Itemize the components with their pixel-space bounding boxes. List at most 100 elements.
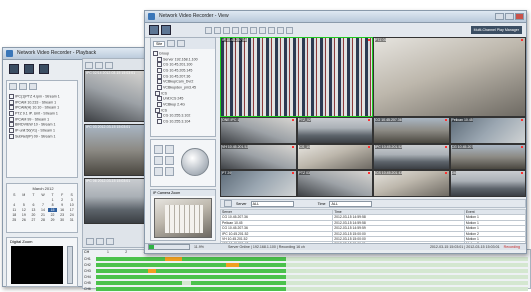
calendar-day[interactable]: 29 <box>48 218 57 222</box>
iris-close-button[interactable] <box>165 167 174 176</box>
calendar-day[interactable]: 4 <box>10 203 19 207</box>
layout-6-button[interactable] <box>223 26 230 34</box>
checkbox[interactable] <box>9 133 14 139</box>
calendar-day[interactable]: 17 <box>67 208 76 212</box>
timeline-bar[interactable] <box>96 262 528 267</box>
calendar-day[interactable]: 19 <box>20 213 29 217</box>
layout-16-button[interactable] <box>268 26 275 34</box>
camera-tile[interactable]: Pelican 10.45 <box>449 117 526 144</box>
camera-tile[interactable]: CG 10.45.207.36 <box>373 117 450 144</box>
layout-8-button[interactable] <box>232 26 239 34</box>
playback-cam-1[interactable]: IPC 02/14 2012-03-15 15:03:01 <box>84 70 149 122</box>
checkbox[interactable] <box>9 116 14 122</box>
calendar-day[interactable]: 13 <box>29 208 38 212</box>
rewind-button[interactable] <box>86 238 94 245</box>
calendar-day[interactable]: 5 <box>20 203 29 207</box>
layout-13-button[interactable] <box>259 26 266 34</box>
time-filter-select[interactable]: ALL <box>329 200 373 207</box>
camera-tile[interactable]: IPC 10.45.201.52 <box>373 143 450 171</box>
checkbox[interactable] <box>9 127 14 133</box>
calendar-day[interactable]: 22 <box>48 213 57 217</box>
calendar-day[interactable]: 7 <box>39 203 48 207</box>
calendar-day[interactable]: 23 <box>58 213 67 217</box>
calendar-day[interactable]: 27 <box>29 218 38 222</box>
timeline-bar[interactable] <box>96 280 528 285</box>
checkbox[interactable] <box>155 107 160 113</box>
site-tab[interactable]: Site <box>153 40 166 47</box>
calendar-day[interactable]: 26 <box>20 218 29 222</box>
checkbox[interactable] <box>157 79 162 85</box>
layout-9-button[interactable] <box>241 26 248 34</box>
server-filter-select[interactable]: ALL <box>250 200 294 207</box>
layout-9[interactable] <box>105 62 113 69</box>
calendar-day[interactable]: 10 <box>67 203 76 207</box>
camera-tile[interactable]: ONE IPC 1 <box>220 117 297 144</box>
checkbox[interactable] <box>9 99 14 105</box>
calendar-day[interactable]: 20 <box>29 213 38 217</box>
tree-tool-2[interactable] <box>19 83 27 90</box>
checkbox[interactable] <box>157 113 162 119</box>
maximize-button[interactable] <box>505 13 514 20</box>
camera-tile[interactable]: CG 10.45.207 <box>449 143 526 171</box>
tree-tool-3[interactable] <box>29 83 37 90</box>
calendar-day[interactable]: 9 <box>58 203 67 207</box>
calendar-day[interactable]: 24 <box>67 213 76 217</box>
multi-channel-button[interactable]: Multi-Channel Play Manager <box>470 26 522 34</box>
checkbox[interactable] <box>157 67 162 73</box>
tree-filter-button[interactable] <box>167 40 176 47</box>
calendar-day[interactable]: 15 <box>48 208 57 212</box>
playback-cam-3[interactable]: IPC 06 2012-03-15 15:03:01 <box>84 178 149 224</box>
camera-tile[interactable]: ICS_10 <box>296 143 373 171</box>
tree-tool-1[interactable] <box>9 83 17 90</box>
camera-tile[interactable]: ICS 10.45.201.43 <box>373 170 450 197</box>
calendar-day[interactable]: 12 <box>20 208 29 212</box>
checkbox[interactable] <box>157 118 162 124</box>
layout-1[interactable] <box>85 62 93 69</box>
checkbox[interactable] <box>157 101 162 107</box>
calendar-day[interactable]: 8 <box>48 203 57 207</box>
calendar-day[interactable]: 31 <box>67 218 76 222</box>
ptz-joystick[interactable] <box>181 148 209 176</box>
tree-item[interactable]: SubNet(IP) 09 - Stream 1 <box>9 133 75 140</box>
zoom-out-button[interactable] <box>165 145 174 154</box>
layout-4[interactable] <box>95 62 103 69</box>
timeline-row[interactable]: CH5 <box>84 280 528 285</box>
tree-refresh-button[interactable] <box>177 40 186 47</box>
timeline-bar[interactable] <box>96 286 528 291</box>
checkbox[interactable] <box>157 96 162 102</box>
camera-zoom-view[interactable] <box>154 198 212 238</box>
timeline-bar[interactable] <box>96 268 528 273</box>
camera-tile[interactable]: IP 10.45.207.36 <box>220 37 373 117</box>
layout-1-button[interactable] <box>205 26 212 34</box>
checkbox[interactable] <box>9 110 14 116</box>
camera-tile[interactable]: PTZ_02 <box>296 117 373 144</box>
checkbox[interactable] <box>9 105 14 111</box>
layout-25-button[interactable] <box>277 26 284 34</box>
focus-far-button[interactable] <box>165 156 174 165</box>
calendar-day[interactable]: 18 <box>10 213 19 217</box>
camera-tile[interactable]: D6 <box>449 170 526 197</box>
calendar-day[interactable]: 2 <box>58 198 67 202</box>
calendar-day[interactable]: 3 <box>67 198 76 202</box>
camera-tile[interactable]: PT 29 <box>220 170 297 197</box>
calendar-day[interactable]: 16 <box>58 208 67 212</box>
camera-tile[interactable]: PTZ 01 <box>373 37 526 117</box>
timeline-tracks[interactable]: CH1 CH2 CH3 CH4 CH5 CH6 <box>84 256 528 292</box>
timeline-row[interactable]: CH3 <box>84 268 528 273</box>
focus-near-button[interactable] <box>154 156 163 165</box>
checkbox[interactable] <box>9 122 14 128</box>
checkbox[interactable] <box>153 51 158 56</box>
calendar-day[interactable]: 25 <box>10 218 19 222</box>
layout-10-button[interactable] <box>250 26 257 34</box>
checkbox[interactable] <box>157 73 162 79</box>
checkbox[interactable] <box>157 84 162 90</box>
timeline-row[interactable]: CH2 <box>84 262 528 267</box>
calendar-day[interactable]: 6 <box>29 203 38 207</box>
timeline-row[interactable]: CH4 <box>84 274 528 279</box>
iris-open-button[interactable] <box>154 167 163 176</box>
camera-tile[interactable]: VH 10.45.201.52 <box>220 143 297 171</box>
layout-4-button[interactable] <box>214 26 221 34</box>
calendar-day[interactable]: 28 <box>39 218 48 222</box>
close-button[interactable] <box>515 13 524 20</box>
layout-36-button[interactable] <box>286 26 293 34</box>
